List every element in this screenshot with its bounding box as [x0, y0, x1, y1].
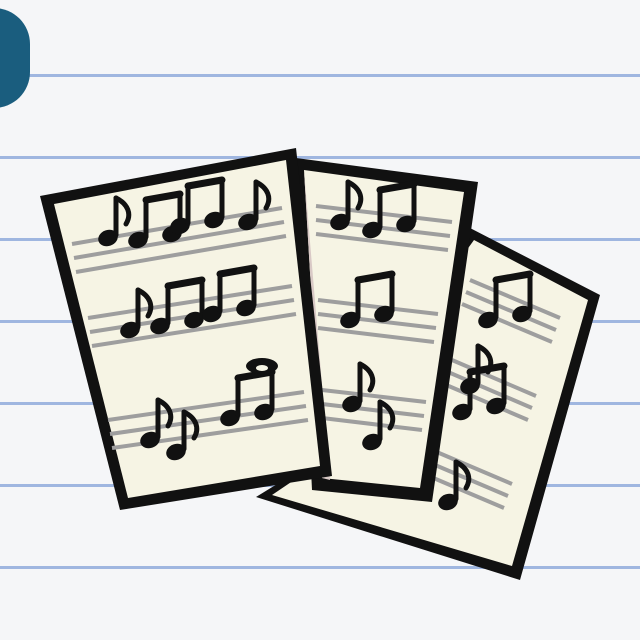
- app-screen: [0, 0, 640, 640]
- sheet-music-icon: [40, 148, 600, 580]
- sheet-left: [40, 148, 332, 510]
